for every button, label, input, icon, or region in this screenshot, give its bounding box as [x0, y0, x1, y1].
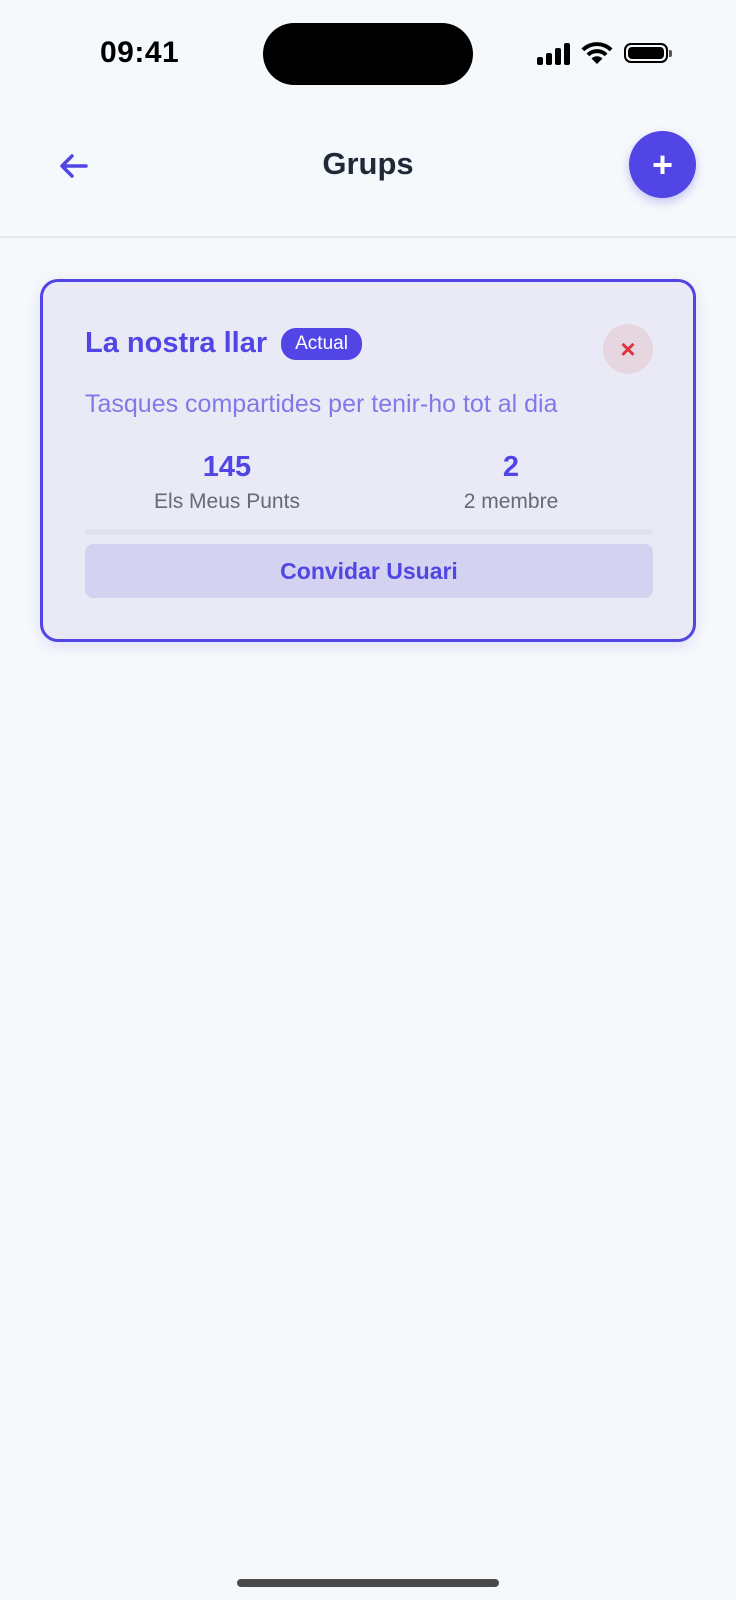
- group-name: La nostra llar: [85, 327, 268, 359]
- stat-label: 2 membre: [463, 490, 559, 513]
- stat-label: Els Meus Punts: [154, 490, 300, 513]
- stat-value: 145: [202, 451, 252, 483]
- group-stats: 145 Els Meus Punts 2 2 membre: [85, 450, 653, 514]
- remove-group-button[interactable]: ×: [603, 324, 653, 374]
- divider: [85, 529, 653, 535]
- invite-user-button[interactable]: Convidar Usuari: [85, 544, 653, 598]
- stat-value: 2: [502, 451, 520, 483]
- add-group-button[interactable]: +: [629, 131, 696, 198]
- current-badge: Actual: [281, 327, 362, 360]
- wifi-icon: [581, 42, 613, 64]
- close-icon: ×: [620, 333, 636, 364]
- stat-points: 145 Els Meus Punts: [85, 450, 369, 514]
- dynamic-island: [263, 23, 473, 85]
- group-card[interactable]: La nostra llar Actual × Tasques comparti…: [40, 279, 696, 642]
- battery-icon: [624, 43, 672, 63]
- page-title: Grups: [322, 146, 414, 181]
- status-icons: [537, 38, 672, 68]
- status-time: 09:41: [100, 36, 180, 69]
- status-bar: 09:41: [0, 0, 736, 100]
- header: Grups +: [0, 100, 736, 238]
- stat-members: 2 2 membre: [369, 450, 653, 514]
- home-indicator[interactable]: [237, 1579, 499, 1587]
- cellular-signal-icon: [537, 41, 570, 65]
- group-description: Tasques compartides per tenir-ho tot al …: [85, 390, 558, 418]
- group-title-row: La nostra llar Actual: [85, 327, 362, 360]
